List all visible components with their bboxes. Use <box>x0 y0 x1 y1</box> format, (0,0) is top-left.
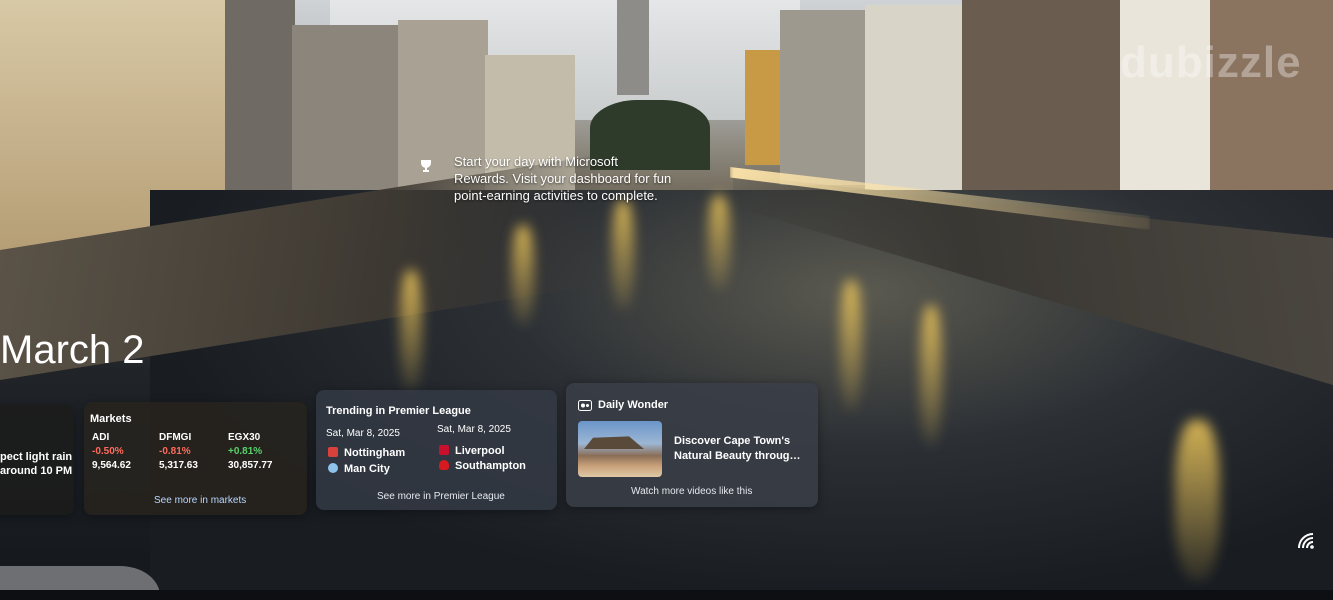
team-name: Liverpool <box>455 445 505 457</box>
watermark: dubizzle <box>1120 38 1302 87</box>
match-date: Sat, Mar 8, 2025 <box>326 428 400 439</box>
match-team-home[interactable]: Liverpool <box>439 445 505 457</box>
daily-wonder-icon <box>578 400 592 411</box>
match-date: Sat, Mar 8, 2025 <box>437 424 511 435</box>
tower <box>617 0 649 95</box>
southampton-crest-icon <box>439 460 449 470</box>
weather-forecast-line1: pect light rain <box>0 451 73 463</box>
market-item[interactable]: DFMGI -0.81% 5,317.63 <box>159 432 198 474</box>
light-reflection <box>920 305 942 445</box>
lockscreen-date: March 2 <box>0 328 145 372</box>
team-name: Man City <box>344 463 390 475</box>
daily-wonder-watch-more-link[interactable]: Watch more videos like this <box>631 486 752 497</box>
team-name: Nottingham <box>344 447 406 459</box>
match-team-away[interactable]: Southampton <box>439 460 526 472</box>
weather-card[interactable]: pect light rain around 10 PM <box>0 405 74 515</box>
daily-wonder-title: Daily Wonder <box>598 399 669 411</box>
wifi-icon[interactable] <box>1297 532 1319 550</box>
rewards-tip-text: Start your day with Microsoft Rewards. V… <box>454 154 672 203</box>
screen-bezel <box>0 590 1333 600</box>
market-symbol: ADI <box>92 432 110 443</box>
market-change: +0.81% <box>228 446 263 457</box>
markets-title: Markets <box>90 413 132 425</box>
market-price: 5,317.63 <box>159 460 198 471</box>
light-reflection <box>1175 420 1220 580</box>
market-symbol: DFMGI <box>159 432 192 443</box>
light-reflection <box>708 195 730 290</box>
weather-forecast-line2: around 10 PM <box>0 465 73 477</box>
light-reflection <box>840 280 862 410</box>
market-item[interactable]: ADI -0.50% 9,564.62 <box>92 432 131 474</box>
table-mountain-shape <box>584 436 644 449</box>
building <box>745 50 785 165</box>
market-item[interactable]: EGX30 +0.81% 30,857.77 <box>228 432 273 474</box>
rewards-tip[interactable]: Start your day with Microsoft Rewards. V… <box>416 153 676 204</box>
nottingham-crest-icon <box>328 447 338 457</box>
market-price: 9,564.62 <box>92 460 131 471</box>
market-symbol: EGX30 <box>228 432 261 443</box>
premier-league-title: Trending in Premier League <box>326 405 471 417</box>
daily-wonder-thumbnail[interactable] <box>578 421 662 477</box>
light-reflection <box>612 200 634 310</box>
light-reflection <box>400 270 422 390</box>
rewards-trophy-icon <box>421 160 431 172</box>
team-name: Southampton <box>455 460 526 472</box>
match-team-home[interactable]: Nottingham <box>328 447 405 459</box>
match-team-away[interactable]: Man City <box>328 463 390 475</box>
building <box>780 10 870 185</box>
liverpool-crest-icon <box>439 445 449 455</box>
market-price: 30,857.77 <box>228 460 273 471</box>
building <box>962 0 1122 220</box>
daily-wonder-headline[interactable]: Discover Cape Town's Natural Beauty thro… <box>674 434 812 464</box>
markets-see-more-link[interactable]: See more in markets <box>154 495 246 506</box>
market-change: -0.50% <box>92 446 124 457</box>
premier-league-see-more-link[interactable]: See more in Premier League <box>377 491 505 502</box>
man-city-crest-icon <box>328 463 338 473</box>
light-reflection <box>512 225 534 325</box>
market-change: -0.81% <box>159 446 191 457</box>
building <box>865 5 965 200</box>
